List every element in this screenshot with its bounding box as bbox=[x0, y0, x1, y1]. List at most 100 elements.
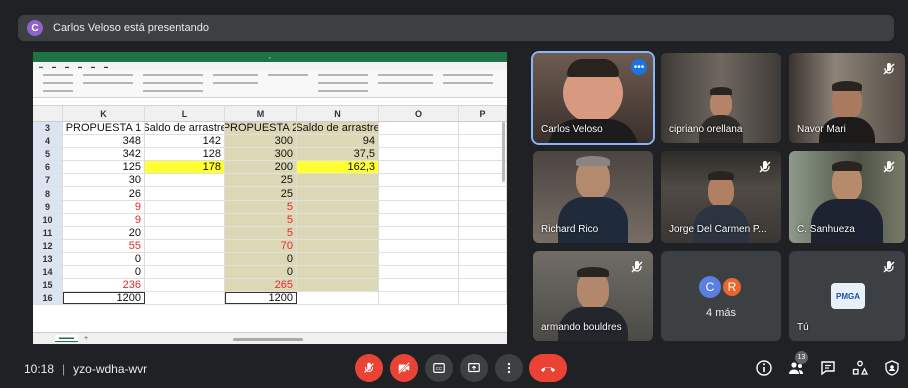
add-sheet-icon[interactable]: + bbox=[84, 335, 88, 342]
cell: 0 bbox=[63, 252, 145, 266]
cell: 9 bbox=[63, 200, 145, 213]
cell: 162,3 bbox=[297, 161, 379, 174]
cell: 0 bbox=[225, 252, 297, 266]
excel-title-icon: ▪ bbox=[269, 54, 271, 60]
cell bbox=[459, 239, 507, 252]
cell bbox=[145, 252, 225, 266]
people-icon[interactable] bbox=[787, 359, 805, 377]
cell: 348 bbox=[63, 135, 145, 148]
cell: 1200 bbox=[63, 292, 145, 305]
horizontal-scrollbar[interactable] bbox=[233, 338, 303, 341]
corner-cell bbox=[33, 106, 63, 121]
row-number: 4 bbox=[33, 135, 63, 148]
participant-tile[interactable]: armando bouldres bbox=[533, 251, 653, 341]
present-button[interactable] bbox=[460, 354, 488, 382]
row-number: 12 bbox=[33, 239, 63, 252]
cell bbox=[459, 279, 507, 292]
cell: 20 bbox=[63, 226, 145, 239]
avatar: C bbox=[699, 276, 721, 298]
participant-name: Carlos Veloso bbox=[541, 124, 603, 135]
cell bbox=[459, 213, 507, 226]
row-number: 6 bbox=[33, 161, 63, 174]
cell bbox=[297, 279, 379, 292]
cell bbox=[379, 292, 459, 305]
captions-icon: CC bbox=[433, 363, 445, 373]
cell bbox=[145, 213, 225, 226]
cell: 70 bbox=[225, 239, 297, 252]
participant-tile[interactable]: Richard Rico bbox=[533, 151, 653, 243]
cell bbox=[459, 135, 507, 148]
participant-tile[interactable]: ••• Carlos Veloso bbox=[531, 51, 655, 145]
cell bbox=[145, 292, 225, 305]
mic-toggle-button[interactable] bbox=[355, 354, 383, 382]
cell: 128 bbox=[145, 148, 225, 161]
present-screen-icon bbox=[468, 363, 480, 373]
participant-tile[interactable]: C. Sanhueza bbox=[789, 151, 905, 243]
cell bbox=[145, 174, 225, 187]
muted-mic-icon bbox=[883, 261, 895, 273]
cell: PROPUESTA 1 bbox=[63, 122, 145, 135]
presenting-text: Carlos Veloso está presentando bbox=[53, 22, 209, 34]
table-row: 10 9 5 bbox=[33, 213, 507, 227]
participant-tile[interactable]: Jorge Del Carmen P... bbox=[661, 151, 781, 243]
cell bbox=[297, 266, 379, 279]
cell bbox=[379, 239, 459, 252]
camera-toggle-button[interactable] bbox=[390, 354, 418, 382]
cell: 25 bbox=[225, 187, 297, 200]
row-number: 7 bbox=[33, 174, 63, 187]
participant-tile[interactable]: cipriano orellana bbox=[661, 53, 781, 143]
more-options-icon[interactable]: ••• bbox=[631, 59, 647, 75]
ribbon-tab: ▬ bbox=[104, 63, 108, 69]
row-number: 9 bbox=[33, 200, 63, 213]
cell: 0 bbox=[63, 266, 145, 279]
excel-status-bar: ▬▬▬ + bbox=[33, 332, 507, 344]
ribbon-tab: ▬ bbox=[52, 63, 56, 69]
self-tile[interactable]: PMGA Tú bbox=[789, 251, 905, 341]
cell: Saldo de arrastre bbox=[145, 122, 225, 135]
activities-icon[interactable] bbox=[851, 359, 869, 377]
cell bbox=[145, 266, 225, 279]
sheet-tab[interactable]: ▬▬▬ bbox=[55, 335, 78, 342]
leave-call-button[interactable] bbox=[529, 354, 567, 382]
more-vert-icon bbox=[507, 362, 511, 374]
cell bbox=[145, 187, 225, 200]
cell bbox=[145, 226, 225, 239]
cell: 125 bbox=[63, 161, 145, 174]
cell bbox=[297, 239, 379, 252]
muted-mic-icon bbox=[759, 161, 771, 173]
clock: 10:18 bbox=[24, 362, 55, 376]
ribbon-tab: ▬ bbox=[78, 63, 82, 69]
table-row: 8 26 25 bbox=[33, 187, 507, 201]
captions-button[interactable]: CC bbox=[425, 354, 453, 382]
spreadsheet-grid: K L M N O P 3 PROPUESTA 1 Saldo de arras… bbox=[33, 106, 507, 306]
cell: 26 bbox=[63, 187, 145, 200]
cell bbox=[459, 122, 507, 135]
more-options-button[interactable] bbox=[495, 354, 523, 382]
row-number: 11 bbox=[33, 226, 63, 239]
participant-name: Navor Mari bbox=[797, 124, 846, 135]
others-tile[interactable]: C R 4 más bbox=[661, 251, 781, 341]
cell bbox=[379, 174, 459, 187]
muted-mic-icon bbox=[883, 63, 895, 75]
cell: 265 bbox=[225, 279, 297, 292]
row-number: 8 bbox=[33, 187, 63, 200]
column-header: L bbox=[145, 106, 225, 121]
info-icon[interactable] bbox=[755, 359, 773, 377]
participant-name: C. Sanhueza bbox=[797, 224, 855, 235]
host-controls-icon[interactable] bbox=[883, 359, 901, 377]
chat-icon[interactable] bbox=[819, 359, 837, 377]
muted-mic-icon bbox=[883, 161, 895, 173]
cell bbox=[145, 279, 225, 292]
cell: 0 bbox=[225, 266, 297, 279]
participant-tile[interactable]: Navor Mari bbox=[789, 53, 905, 143]
cell: Saldo de arrastre bbox=[297, 122, 379, 135]
row-number: 5 bbox=[33, 148, 63, 161]
cell: 5 bbox=[225, 226, 297, 239]
cell bbox=[459, 187, 507, 200]
table-row: 7 30 25 bbox=[33, 174, 507, 188]
table-row: 13 0 0 bbox=[33, 252, 507, 267]
column-header: N bbox=[297, 106, 379, 121]
separator: | bbox=[62, 362, 66, 376]
vertical-scrollbar[interactable] bbox=[502, 122, 505, 182]
cell: 55 bbox=[63, 239, 145, 252]
